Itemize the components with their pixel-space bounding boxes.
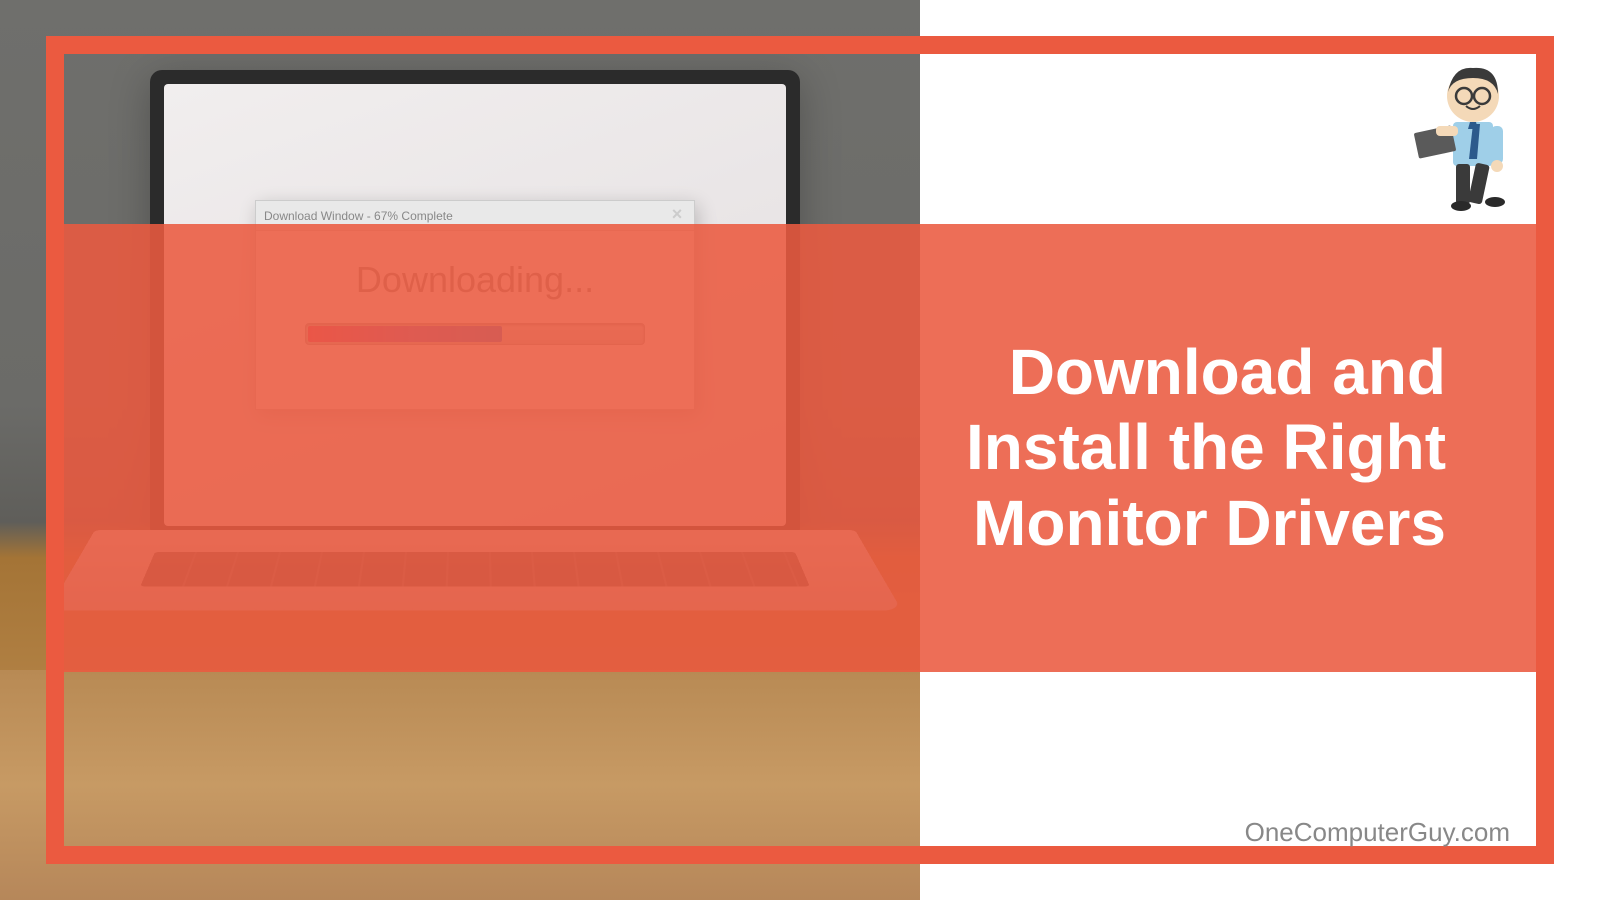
- computer-guy-mascot-icon: [1398, 44, 1548, 214]
- title-overlay-panel: Download and Install the Right Monitor D…: [46, 224, 1536, 672]
- site-attribution: OneComputerGuy.com: [1245, 817, 1510, 848]
- close-icon: ×: [668, 207, 686, 225]
- download-dialog-title: Download Window - 67% Complete: [264, 209, 453, 223]
- featured-image-card: Download Window - 67% Complete × Downloa…: [0, 0, 1600, 900]
- page-title: Download and Install the Right Monitor D…: [806, 335, 1446, 562]
